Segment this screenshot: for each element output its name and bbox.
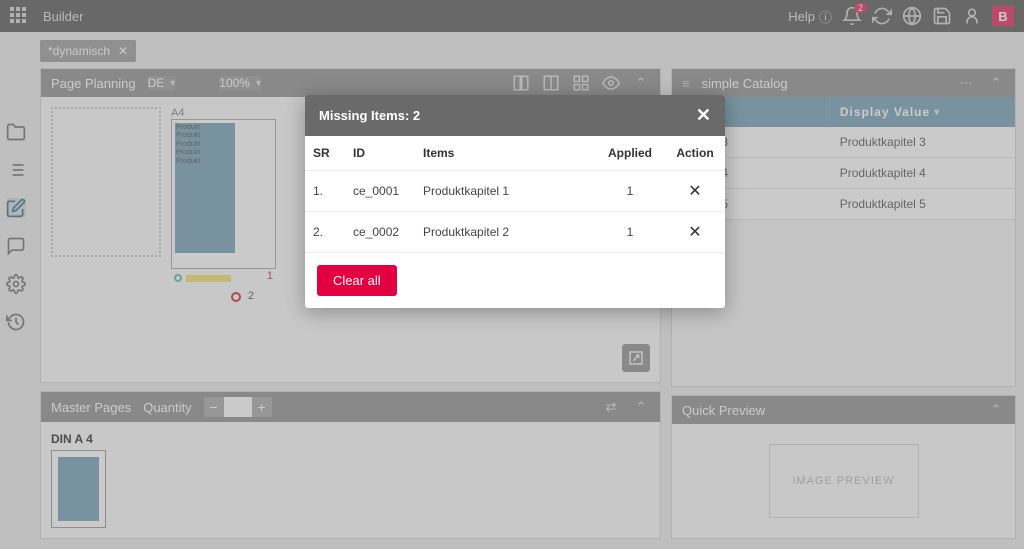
col-applied: Applied: [595, 136, 665, 171]
modal-close-icon[interactable]: ✕: [696, 105, 711, 126]
col-items: Items: [415, 136, 595, 171]
col-action: Action: [665, 136, 725, 171]
table-row: 2. ce_0002 Produktkapitel 2 1 ✕: [305, 212, 725, 253]
col-sr: SR: [305, 136, 345, 171]
remove-row-icon[interactable]: ✕: [688, 183, 701, 200]
col-id: ID: [345, 136, 415, 171]
modal-title: Missing Items: 2: [319, 108, 420, 123]
missing-items-modal: Missing Items: 2 ✕ SR ID Items Applied A…: [305, 95, 725, 308]
remove-row-icon[interactable]: ✕: [688, 224, 701, 241]
table-row: 1. ce_0001 Produktkapitel 1 1 ✕: [305, 171, 725, 212]
missing-items-table: SR ID Items Applied Action 1. ce_0001 Pr…: [305, 136, 725, 253]
clear-all-button[interactable]: Clear all: [317, 265, 397, 296]
